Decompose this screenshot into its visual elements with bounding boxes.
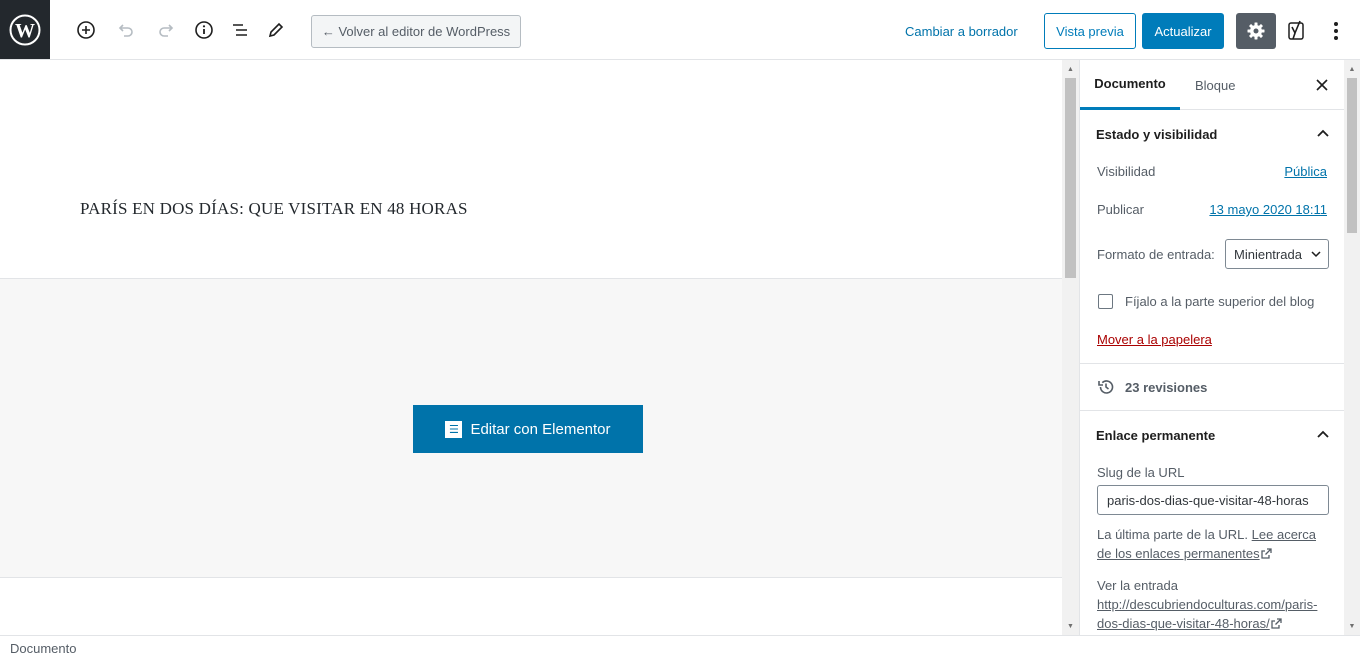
visibility-link[interactable]: Pública — [1284, 164, 1327, 179]
status-visibility-heading: Estado y visibilidad — [1096, 126, 1218, 142]
chevron-up-icon — [1317, 129, 1329, 137]
permalink-heading: Enlace permanente — [1096, 427, 1216, 443]
tab-document[interactable]: Documento — [1080, 60, 1180, 110]
more-options-icon[interactable] — [1326, 18, 1346, 44]
settings-gear-icon[interactable] — [1236, 13, 1276, 49]
history-icon — [1098, 380, 1114, 394]
visibility-label: Visibilidad — [1097, 164, 1156, 179]
tab-block[interactable]: Bloque — [1195, 60, 1235, 110]
editor-canvas: PARÍS EN DOS DÍAS: QUE VISITAR EN 48 HOR… — [0, 60, 1062, 635]
block-breadcrumb: Documento — [0, 635, 1360, 660]
sticky-post-checkbox[interactable] — [1098, 294, 1113, 309]
permalink-panel-toggle[interactable]: Enlace permanente — [1080, 411, 1344, 459]
scroll-down-arrow-icon[interactable]: ▼ — [1344, 619, 1360, 633]
revisions-label: 23 revisiones — [1125, 379, 1208, 395]
settings-sidebar: Documento Bloque Estado y visibilidad Vi… — [1079, 60, 1344, 635]
editor-scrollbar[interactable]: ▲ ▼ — [1062, 60, 1079, 635]
switch-to-draft-link[interactable]: Cambiar a borrador — [905, 24, 1018, 39]
wordpress-logo-icon[interactable]: W — [0, 0, 50, 59]
status-visibility-panel-toggle[interactable]: Estado y visibilidad — [1080, 110, 1344, 158]
revisions-link[interactable]: 23 revisiones — [1097, 378, 1207, 396]
undo-icon[interactable] — [114, 18, 138, 42]
external-link-icon — [1271, 618, 1282, 629]
sidebar-tabs: Documento Bloque — [1080, 60, 1344, 110]
app-root: W ← Volver al editor de WordPress Cambia… — [0, 0, 1360, 660]
block-navigation-icon[interactable] — [228, 18, 252, 42]
elementor-panel: ☰ Editar con Elementor — [0, 278, 1062, 578]
editor-header: W ← Volver al editor de WordPress Cambia… — [0, 0, 1360, 60]
edit-with-elementor-label: Editar con Elementor — [470, 420, 611, 438]
sidebar-scrollbar[interactable]: ▲ ▼ — [1344, 60, 1360, 635]
view-post-block: Ver la entrada http://descubriendocultur… — [1097, 576, 1332, 633]
scroll-up-arrow-icon[interactable]: ▲ — [1344, 62, 1360, 76]
publish-date-link[interactable]: 13 mayo 2020 18:11 — [1209, 202, 1327, 217]
yoast-seo-icon[interactable] — [1286, 18, 1310, 44]
scroll-down-arrow-icon[interactable]: ▼ — [1062, 619, 1079, 633]
scrollbar-thumb[interactable] — [1065, 78, 1076, 278]
publish-label: Publicar — [1097, 202, 1144, 217]
permalink-help-text: La última parte de la URL. Lee acerca de… — [1097, 525, 1332, 563]
post-format-select[interactable]: Minientrada — [1225, 239, 1329, 269]
add-block-icon[interactable] — [74, 18, 98, 42]
url-slug-input[interactable]: paris-dos-dias-que-visitar-48-horas — [1097, 485, 1329, 515]
elementor-icon: ☰ — [445, 420, 463, 438]
edit-with-elementor-button[interactable]: ☰ Editar con Elementor — [413, 405, 643, 453]
post-title[interactable]: PARÍS EN DOS DÍAS: QUE VISITAR EN 48 HOR… — [80, 199, 468, 219]
preview-button[interactable]: Vista previa — [1044, 13, 1136, 49]
chevron-up-icon — [1317, 430, 1329, 438]
edit-pencil-icon[interactable] — [264, 18, 288, 42]
view-post-link-domain[interactable]: http://descubriendoculturas.com/ — [1097, 597, 1285, 612]
permalink-help-label: La última parte de la URL. — [1097, 527, 1249, 542]
section-divider — [1080, 363, 1344, 364]
scroll-up-arrow-icon[interactable]: ▲ — [1062, 62, 1079, 76]
redo-icon[interactable] — [154, 18, 178, 42]
chevron-down-icon — [1310, 248, 1322, 260]
external-link-icon — [1260, 548, 1272, 559]
post-format-value: Minientrada — [1234, 246, 1302, 262]
breadcrumb-item-document[interactable]: Documento — [10, 641, 76, 656]
view-post-label: Ver la entrada — [1097, 578, 1178, 593]
update-button[interactable]: Actualizar — [1142, 13, 1224, 49]
post-format-label: Formato de entrada: — [1097, 247, 1215, 262]
svg-text:W: W — [15, 20, 35, 42]
move-to-trash-link[interactable]: Mover a la papelera — [1097, 332, 1212, 347]
close-sidebar-icon[interactable] — [1313, 76, 1331, 94]
slug-label: Slug de la URL — [1097, 465, 1185, 480]
back-to-wordpress-editor-button[interactable]: ← Volver al editor de WordPress — [311, 15, 521, 48]
scrollbar-thumb[interactable] — [1347, 78, 1357, 233]
sticky-post-label[interactable]: Fíjalo a la parte superior del blog — [1125, 294, 1314, 309]
info-icon[interactable] — [192, 18, 216, 42]
